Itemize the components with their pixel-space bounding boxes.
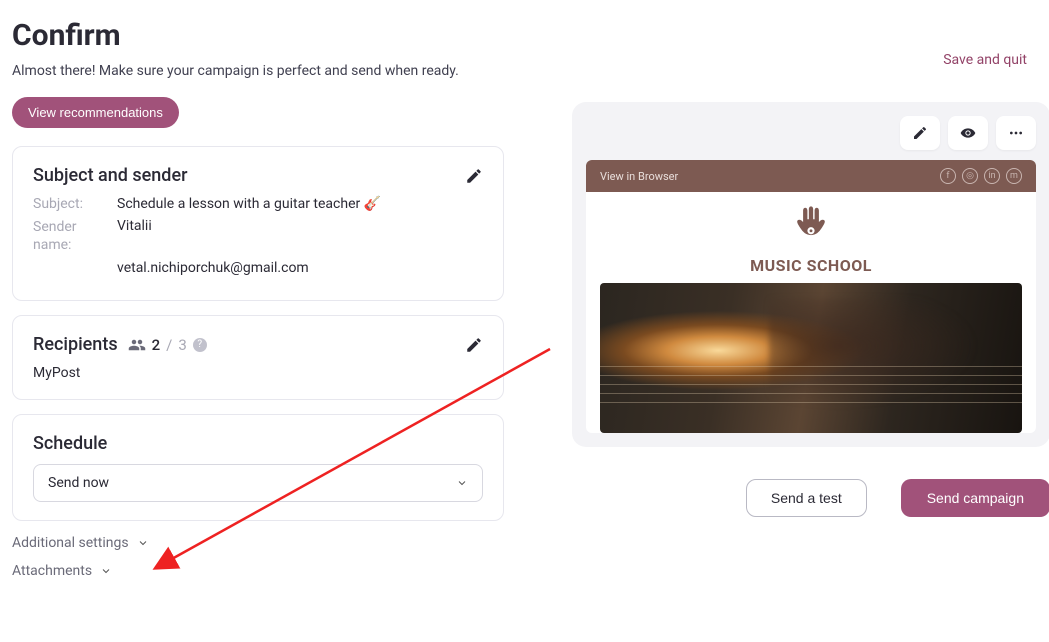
recipients-count-total: 3 [178,336,186,354]
brand-name: MUSIC SCHOOL [586,256,1036,275]
hero-image [600,283,1022,433]
send-test-button[interactable]: Send a test [746,479,867,517]
recipients-list-name: MyPost [33,365,483,381]
chevron-down-icon [100,565,112,577]
linkedin-icon[interactable]: in [984,168,1000,184]
schedule-select[interactable]: Send now [33,464,483,502]
subject-sender-card: Subject and sender Subject: Schedule a l… [12,146,504,301]
view-recommendations-button[interactable]: View recommendations [12,97,179,128]
chevron-down-icon [137,537,149,549]
pencil-icon [912,125,928,141]
sender-email-value: vetal.nichiporchuk@gmail.com [117,260,309,276]
preview-column: View in Browser f ◎ in m MUSIC SCHOOL [572,18,1049,517]
view-in-browser-link[interactable]: View in Browser [600,170,678,183]
recipients-count-selected: 2 [152,336,161,354]
pencil-icon[interactable] [465,336,483,354]
eye-icon [960,125,976,141]
help-icon[interactable]: ? [193,338,207,352]
email-preview-panel: View in Browser f ◎ in m MUSIC SCHOOL [572,102,1049,447]
sender-name-label: Sender name: [33,218,117,254]
subject-value: Schedule a lesson with a guitar teacher … [117,196,381,212]
facebook-icon[interactable]: f [940,168,956,184]
chevron-down-icon [456,477,468,489]
send-campaign-button[interactable]: Send campaign [901,479,1049,517]
schedule-title: Schedule [33,433,107,454]
page-subtitle: Almost there! Make sure your campaign is… [12,63,504,79]
additional-settings-toggle[interactable]: Additional settings [12,535,504,551]
more-preview-button[interactable] [996,116,1036,150]
schedule-card: Schedule Send now [12,414,504,521]
schedule-selected-value: Send now [48,475,109,491]
dots-icon [1008,125,1024,141]
settings-column: Confirm Almost there! Make sure your cam… [12,18,504,585]
recipients-title: Recipients [33,334,118,355]
people-icon [128,336,146,354]
sender-name-value: Vitalii [117,218,152,254]
recipients-card: Recipients 2 / 3 ? MyPost [12,315,504,400]
social-icons: f ◎ in m [940,168,1022,184]
subject-sender-title: Subject and sender [33,165,187,186]
page-title: Confirm [12,18,504,53]
edit-preview-button[interactable] [900,116,940,150]
instagram-icon[interactable]: ◎ [962,168,978,184]
pencil-icon[interactable] [465,167,483,185]
subject-label: Subject: [33,196,117,212]
save-and-quit-link[interactable]: Save and quit [943,52,1027,68]
hand-logo-icon [788,202,834,248]
email-preview-content: View in Browser f ◎ in m MUSIC SCHOOL [586,160,1036,433]
view-preview-button[interactable] [948,116,988,150]
attachments-toggle[interactable]: Attachments [12,563,504,579]
medium-icon[interactable]: m [1006,168,1022,184]
